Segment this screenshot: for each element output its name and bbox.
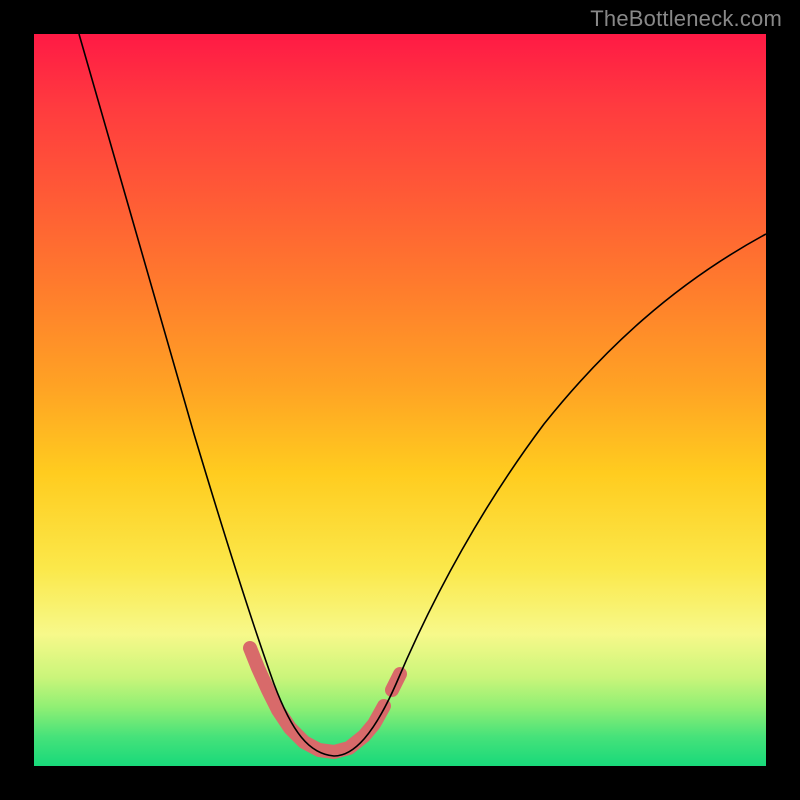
curve-highlight [250, 648, 384, 752]
watermark-text: TheBottleneck.com [590, 6, 782, 32]
curve-svg [34, 34, 766, 766]
plot-area [34, 34, 766, 766]
chart-frame: TheBottleneck.com [0, 0, 800, 800]
bottleneck-curve [79, 34, 766, 756]
